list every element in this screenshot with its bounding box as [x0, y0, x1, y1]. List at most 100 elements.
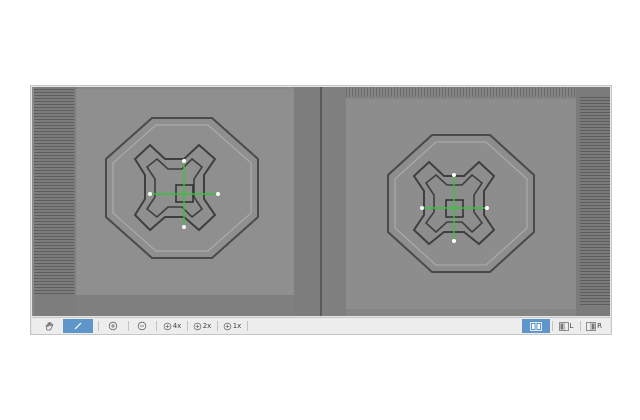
comb-tooth	[580, 115, 610, 116]
comb-tooth	[580, 289, 610, 290]
zoom-4x-button[interactable]: 4x	[160, 319, 184, 333]
comb-tooth	[580, 199, 610, 200]
comb-tooth	[34, 221, 74, 222]
comb-tooth	[541, 87, 542, 97]
hand-icon	[45, 321, 54, 331]
right-microscope-image	[322, 87, 610, 316]
comb-tooth	[553, 87, 554, 97]
comb-tooth	[580, 295, 610, 296]
comb-tooth	[580, 172, 610, 173]
bottom-toolbar: 4x 2x 1x L R	[32, 317, 610, 334]
comb-tooth	[34, 275, 74, 276]
comb-tooth	[34, 200, 74, 201]
zoom-in-icon	[163, 322, 171, 330]
zoom-in-button[interactable]	[104, 319, 122, 333]
comb-tooth	[580, 181, 610, 182]
comb-tooth	[34, 170, 74, 171]
comb-tooth	[34, 173, 74, 174]
hand-tool-button[interactable]	[38, 319, 60, 333]
comb-tooth	[34, 143, 74, 144]
comb-tooth	[34, 107, 74, 108]
comb-tooth	[508, 87, 509, 97]
comb-tooth	[580, 259, 610, 260]
comb-tooth	[34, 293, 74, 294]
comb-tooth	[442, 87, 443, 97]
right-view-button[interactable]: R	[583, 319, 605, 333]
comb-tooth	[34, 239, 74, 240]
zoom-in-icon	[223, 322, 231, 330]
comb-tooth	[580, 280, 610, 281]
comb-tooth	[496, 87, 497, 97]
comb-tooth	[580, 271, 610, 272]
comb-tooth	[349, 87, 350, 97]
comb-tooth	[580, 148, 610, 149]
comb-tooth	[361, 87, 362, 97]
comb-tooth	[34, 281, 74, 282]
comb-tooth	[391, 87, 392, 97]
comb-tooth	[469, 87, 470, 97]
comb-tooth	[580, 157, 610, 158]
right-image-pane[interactable]	[320, 87, 610, 316]
zoom-1x-button[interactable]: 1x	[220, 319, 244, 333]
zoom-in-icon	[108, 321, 118, 331]
comb-tooth	[580, 265, 610, 266]
comb-tooth	[481, 87, 482, 97]
comb-tooth	[574, 87, 575, 97]
comb-tooth	[580, 292, 610, 293]
comb-tooth	[580, 304, 610, 305]
left-view-button[interactable]: L	[555, 319, 577, 333]
comb-tooth	[367, 87, 368, 97]
comb-tooth	[580, 223, 610, 224]
comb-tooth	[34, 182, 74, 183]
comb-tooth	[460, 87, 461, 97]
left-image-pane[interactable]	[32, 87, 320, 316]
toolbar-separator	[98, 321, 99, 331]
comb-tooth	[34, 167, 74, 168]
zoom-1x-label: 1x	[232, 322, 242, 330]
comb-tooth	[436, 87, 437, 97]
comb-tooth	[580, 253, 610, 254]
comb-tooth	[478, 87, 479, 97]
zoom-2x-button[interactable]: 2x	[190, 319, 214, 333]
comb-tooth	[34, 113, 74, 114]
comb-tooth	[34, 209, 74, 210]
comb-tooth	[580, 202, 610, 203]
toolbar-separator	[580, 321, 581, 331]
toolbar-separator	[156, 321, 157, 331]
comb-tooth	[523, 87, 524, 97]
comb-tooth	[529, 87, 530, 97]
comb-tooth	[580, 193, 610, 194]
comb-tooth	[34, 290, 74, 291]
comb-tooth	[445, 87, 446, 97]
comb-tooth	[34, 215, 74, 216]
toolbar-separator	[187, 321, 188, 331]
comb-tooth	[547, 87, 548, 97]
comb-tooth	[580, 283, 610, 284]
comb-tooth	[34, 191, 74, 192]
comb-tooth	[397, 87, 398, 97]
comb-tooth	[34, 137, 74, 138]
comb-tooth	[580, 298, 610, 299]
comb-tooth	[580, 262, 610, 263]
comb-tooth	[580, 112, 610, 113]
comb-tooth	[580, 166, 610, 167]
comb-tooth	[403, 87, 404, 97]
comb-texture	[34, 89, 74, 294]
comb-tooth	[580, 274, 610, 275]
comb-tooth	[34, 119, 74, 120]
comb-tooth	[580, 214, 610, 215]
comb-tooth	[34, 101, 74, 102]
zoom-out-button[interactable]	[133, 319, 151, 333]
comb-tooth	[580, 220, 610, 221]
pen-tool-button[interactable]	[63, 319, 93, 333]
comb-tooth	[34, 194, 74, 195]
comb-tooth	[580, 241, 610, 242]
comb-tooth	[34, 146, 74, 147]
comb-tooth	[580, 229, 610, 230]
split-view-button[interactable]	[522, 319, 550, 333]
comb-tooth	[34, 164, 74, 165]
comb-tooth	[580, 136, 610, 137]
comb-tooth	[388, 87, 389, 97]
comb-tooth	[34, 116, 74, 117]
comb-tooth	[526, 87, 527, 97]
